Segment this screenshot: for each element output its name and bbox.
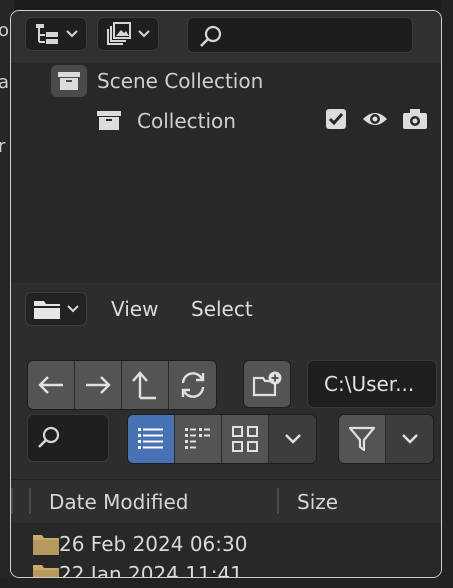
tree-item-label: Collection bbox=[137, 109, 236, 133]
file-row[interactable]: 26 Feb 2024 06:30 bbox=[31, 529, 247, 559]
image-stack-icon bbox=[107, 22, 131, 45]
menu-view[interactable]: View bbox=[111, 297, 158, 321]
filter-toggle-button[interactable] bbox=[339, 415, 386, 463]
menu-select[interactable]: Select bbox=[191, 297, 253, 321]
thumbnails-icon bbox=[232, 426, 258, 452]
tree-item-collection[interactable]: Collection bbox=[95, 105, 236, 137]
vertical-list-icon bbox=[138, 428, 163, 449]
tree-item-scene-collection[interactable]: Scene Collection bbox=[51, 65, 263, 97]
file-list: 26 Feb 2024 06:30 22 Jan 2024 11:41 bbox=[11, 523, 441, 577]
file-browser-editor: View Select C:\User... Date Modified Siz… bbox=[11, 283, 441, 577]
left-edge-glyph: o bbox=[0, 20, 10, 41]
search-icon bbox=[38, 426, 60, 448]
navigation-buttons bbox=[27, 360, 217, 410]
horizontal-list-button[interactable] bbox=[175, 415, 222, 463]
left-edge-glyph: a bbox=[0, 72, 10, 93]
search-icon bbox=[200, 25, 222, 47]
popup-area-frame: Scene Collection Collection View Select … bbox=[10, 10, 442, 578]
refresh-button[interactable] bbox=[169, 361, 216, 409]
file-browser-menubar: View Select bbox=[11, 283, 441, 335]
column-separator[interactable] bbox=[29, 488, 31, 514]
display-mode-buttons bbox=[127, 414, 317, 464]
display-mode-dropdown[interactable] bbox=[25, 17, 87, 51]
checkbox-checked-icon[interactable] bbox=[325, 108, 347, 130]
camera-icon[interactable] bbox=[401, 107, 429, 131]
thumbnails-button[interactable] bbox=[222, 415, 269, 463]
file-filter-search-field[interactable] bbox=[27, 414, 109, 462]
outliner-tree-icon bbox=[36, 24, 58, 44]
chevron-down-icon bbox=[284, 434, 301, 444]
outliner-editor: Scene Collection Collection bbox=[11, 11, 441, 281]
folder-icon bbox=[33, 535, 59, 555]
column-date-modified[interactable]: Date Modified bbox=[49, 490, 189, 514]
horizontal-list-icon bbox=[185, 428, 210, 449]
new-folder-icon bbox=[252, 371, 282, 397]
outliner-search-field[interactable] bbox=[187, 17, 413, 53]
column-size[interactable]: Size bbox=[297, 490, 338, 514]
funnel-icon bbox=[348, 426, 376, 452]
chevron-down-icon bbox=[67, 305, 79, 313]
tree-item-label: Scene Collection bbox=[97, 69, 264, 93]
parent-directory-button[interactable] bbox=[122, 361, 169, 409]
right-editor-edge bbox=[441, 0, 453, 588]
directory-path-text: C:\User... bbox=[324, 372, 415, 396]
collection-toggles bbox=[325, 107, 429, 131]
left-edge-glyph: r bbox=[0, 136, 6, 157]
archive-box-icon bbox=[51, 65, 87, 97]
back-button[interactable] bbox=[28, 361, 75, 409]
file-list-column-header: Date Modified Size bbox=[11, 479, 441, 525]
refresh-icon bbox=[181, 372, 204, 398]
bottom-editor-edge bbox=[0, 578, 453, 588]
folder-icon bbox=[34, 301, 60, 319]
file-date: 26 Feb 2024 06:30 bbox=[59, 532, 248, 556]
parent-dir-icon bbox=[132, 371, 156, 400]
outliner-header bbox=[11, 11, 441, 63]
editor-type-dropdown[interactable] bbox=[25, 292, 87, 326]
archive-box-icon bbox=[97, 111, 121, 130]
column-separator[interactable] bbox=[277, 488, 279, 514]
display-settings-dropdown[interactable] bbox=[269, 415, 316, 463]
filter-dropdown[interactable] bbox=[97, 17, 159, 51]
chevron-down-icon bbox=[401, 434, 418, 444]
arrow-right-icon bbox=[86, 376, 111, 394]
vertical-list-button[interactable] bbox=[128, 415, 175, 463]
filter-settings-dropdown[interactable] bbox=[386, 415, 433, 463]
folder-icon bbox=[33, 565, 59, 577]
forward-button[interactable] bbox=[75, 361, 122, 409]
file-date: 22 Jan 2024 11:41 bbox=[59, 562, 243, 577]
filter-buttons bbox=[338, 414, 434, 464]
directory-path-field[interactable]: C:\User... bbox=[307, 360, 437, 408]
chevron-down-icon bbox=[138, 30, 150, 38]
eye-icon[interactable] bbox=[361, 108, 389, 130]
file-row[interactable]: 22 Jan 2024 11:41 bbox=[31, 559, 243, 577]
arrow-left-icon bbox=[38, 376, 63, 394]
column-separator[interactable] bbox=[11, 488, 13, 514]
new-folder-button[interactable] bbox=[243, 360, 291, 408]
chevron-down-icon bbox=[66, 30, 78, 38]
